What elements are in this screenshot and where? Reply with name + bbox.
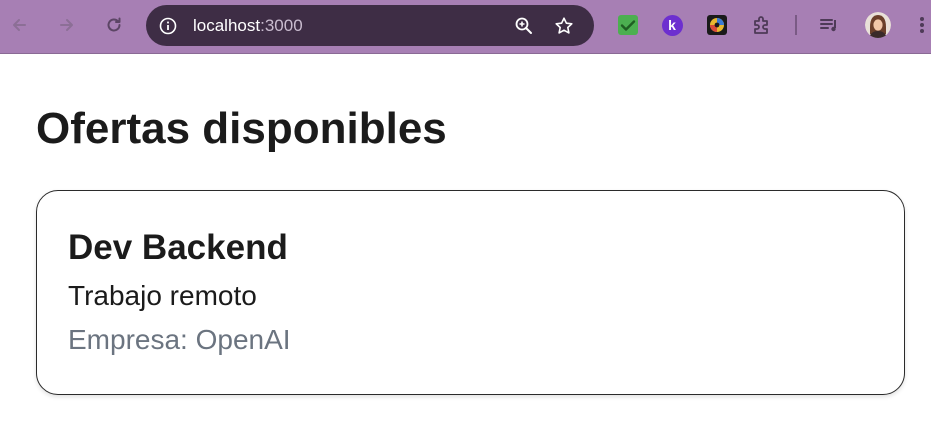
extension-colorful[interactable] bbox=[705, 13, 729, 37]
reload-icon bbox=[107, 17, 121, 32]
extension-k[interactable]: k bbox=[660, 13, 684, 37]
toolbar-divider bbox=[795, 15, 797, 35]
page-title: Ofertas disponibles bbox=[36, 104, 447, 153]
arrow-right-icon bbox=[60, 19, 73, 31]
zoom-in-icon bbox=[515, 17, 532, 34]
job-type: Trabajo remoto bbox=[68, 280, 257, 311]
browser-menu-button[interactable] bbox=[910, 13, 931, 37]
url-text[interactable]: localhost:3000 bbox=[193, 16, 303, 36]
media-button[interactable] bbox=[817, 13, 841, 37]
forward-button[interactable] bbox=[54, 12, 80, 38]
bookmark-button[interactable] bbox=[552, 14, 576, 38]
checkmark-extension-icon bbox=[618, 15, 638, 35]
job-company: Empresa: OpenAI bbox=[68, 324, 291, 355]
url-host: localhost bbox=[193, 16, 261, 35]
extension-check[interactable] bbox=[616, 13, 640, 37]
url-port: :3000 bbox=[260, 16, 303, 35]
address-bar[interactable]: localhost:3000 bbox=[146, 5, 594, 46]
reload-button[interactable] bbox=[101, 12, 127, 38]
site-info-button[interactable] bbox=[158, 16, 178, 36]
star-icon bbox=[555, 17, 573, 34]
avatar-icon bbox=[865, 12, 891, 38]
info-icon bbox=[159, 17, 177, 35]
zoom-button[interactable] bbox=[512, 14, 536, 38]
browser-toolbar: localhost:3000 k bbox=[0, 0, 931, 54]
kebab-menu-icon bbox=[920, 17, 924, 33]
back-button[interactable] bbox=[6, 12, 32, 38]
puzzle-icon bbox=[754, 16, 768, 34]
playlist-icon bbox=[820, 19, 836, 32]
profile-avatar[interactable] bbox=[865, 12, 891, 38]
page-content: Ofertas disponibles Dev Backend Trabajo … bbox=[0, 55, 931, 425]
job-offer-card: Dev Backend Trabajo remoto Empresa: Open… bbox=[36, 190, 905, 395]
job-title: Dev Backend bbox=[68, 228, 288, 267]
arrow-left-icon bbox=[13, 19, 26, 31]
k-extension-icon: k bbox=[661, 14, 683, 36]
color-wheel-extension-icon bbox=[707, 15, 727, 35]
extensions-button[interactable] bbox=[750, 13, 774, 37]
